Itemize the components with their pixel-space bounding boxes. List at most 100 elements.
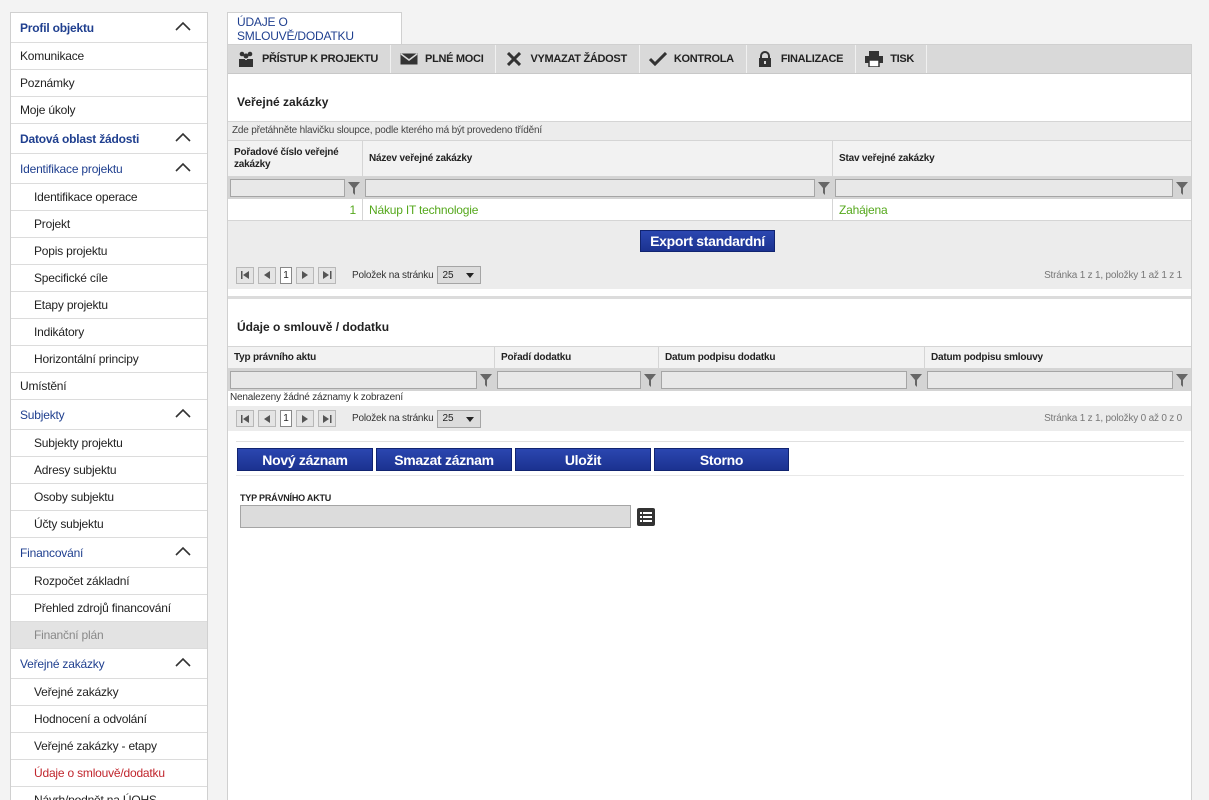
sidebar-item[interactable]: Projekt (11, 211, 207, 238)
next-page-button[interactable] (296, 266, 314, 284)
sidebar-item[interactable]: Popis projektu (11, 238, 207, 265)
per-page-select[interactable]: 25 (437, 409, 482, 428)
column-header[interactable]: Pořadové číslo veřejné zakázky (228, 141, 363, 176)
next-page-button[interactable] (296, 410, 314, 427)
filter-input[interactable] (230, 371, 477, 389)
sidebar-item-label: Horizontální principy (34, 352, 139, 366)
filter-input[interactable] (661, 371, 907, 389)
sidebar-item[interactable]: Datová oblast žádosti (11, 124, 207, 154)
sidebar-item[interactable]: Etapy projektu (11, 292, 207, 319)
sidebar-item[interactable]: Horizontální principy (11, 346, 207, 373)
sidebar-item[interactable]: Přehled zdrojů financování (11, 595, 207, 622)
sidebar-item[interactable]: Adresy subjektu (11, 457, 207, 484)
sidebar-item[interactable]: Indikátory (11, 319, 207, 346)
list-picker-icon[interactable] (637, 508, 655, 526)
sidebar-item[interactable]: Rozpočet základní (11, 568, 207, 595)
sidebar-item[interactable]: Veřejné zakázky (11, 649, 207, 679)
page-number[interactable]: 1 (280, 410, 292, 427)
last-page-button[interactable] (318, 410, 336, 427)
sidebar-item-label: Subjekty projektu (34, 436, 123, 450)
filter-icon[interactable] (347, 180, 361, 196)
sidebar-item[interactable]: Moje úkoly (11, 97, 207, 124)
sidebar-item[interactable]: Profil objektu (11, 13, 207, 43)
grid1: Zde přetáhněte hlavičku sloupce, podle k… (228, 121, 1191, 289)
column-header[interactable]: Název veřejné zakázky (363, 141, 833, 176)
prev-page-button[interactable] (258, 410, 276, 427)
column-header[interactable]: Datum podpisu dodatku (659, 347, 925, 368)
column-header[interactable]: Stav veřejné zakázky (833, 141, 1191, 176)
filter-input[interactable] (365, 179, 815, 197)
toolbar-button[interactable]: PŘÍSTUP K PROJEKTU (228, 45, 392, 73)
sidebar-item[interactable]: Návrh/podnět na ÚOHS (11, 787, 207, 800)
sidebar-item[interactable]: Subjekty projektu (11, 430, 207, 457)
toolbar-button[interactable]: FINALIZACE (747, 45, 857, 73)
type-field-input[interactable] (240, 505, 631, 528)
toolbar-button[interactable]: TISK (856, 45, 928, 73)
filter-icon[interactable] (1175, 180, 1189, 196)
export-button[interactable]: Export standardní (640, 230, 775, 252)
sidebar-item[interactable]: Finanční plán (11, 622, 207, 649)
chevron-up-icon[interactable] (175, 657, 191, 667)
sidebar-item[interactable]: Identifikace operace (11, 184, 207, 211)
sidebar-item[interactable]: Účty subjektu (11, 511, 207, 538)
first-page-button[interactable] (236, 410, 254, 427)
toolbar-button-label: VYMAZAT ŽÁDOST (530, 53, 627, 65)
sidebar-item-label: Projekt (34, 217, 70, 231)
delete-record-button[interactable]: Smazat záznam (376, 448, 512, 471)
toolbar-button-label: PŘÍSTUP K PROJEKTU (262, 53, 379, 65)
sidebar-item[interactable]: Hodnocení a odvolání (11, 706, 207, 733)
sidebar-item-label: Profil objektu (20, 20, 94, 35)
toolbar-button[interactable]: KONTROLA (640, 45, 747, 73)
column-header[interactable]: Pořadí dodatku (495, 347, 659, 368)
cancel-button[interactable]: Storno (654, 448, 789, 471)
filter-icon[interactable] (909, 372, 923, 388)
filter-icon[interactable] (643, 372, 657, 388)
prev-page-button[interactable] (258, 266, 276, 284)
first-page-button[interactable] (236, 266, 254, 284)
sidebar-item-label: Rozpočet základní (34, 574, 130, 588)
chevron-up-icon[interactable] (175, 546, 191, 556)
filter-input[interactable] (230, 179, 345, 197)
sidebar-item[interactable]: Poznámky (11, 70, 207, 97)
grid1-header: Pořadové číslo veřejné zakázky Název veř… (228, 140, 1191, 177)
filter-input[interactable] (497, 371, 641, 389)
page-number[interactable]: 1 (280, 266, 292, 284)
sidebar-item-label: Poznámky (20, 76, 75, 90)
filter-input[interactable] (927, 371, 1173, 389)
sidebar-item-label: Komunikace (20, 49, 85, 63)
toolbar-button[interactable]: PLNÉ MOCI (391, 45, 497, 73)
chevron-up-icon[interactable] (175, 162, 191, 172)
filter-icon[interactable] (817, 180, 831, 196)
column-header[interactable]: Typ právního aktu (228, 347, 495, 368)
chevron-up-icon[interactable] (175, 132, 191, 142)
chevron-up-icon[interactable] (175, 408, 191, 418)
sidebar-item[interactable]: Financování (11, 538, 207, 568)
last-page-button[interactable] (318, 266, 336, 284)
sidebar-item[interactable]: Umístění (11, 373, 207, 400)
sidebar-item-label: Identifikace projektu (20, 161, 123, 176)
table-row[interactable]: 1 Nákup IT technologie Zahájena (228, 199, 1191, 221)
grid1-pager: 1 Položek na stránku 25 Stránka 1 z 1, p… (228, 261, 1191, 289)
new-record-button[interactable]: Nový záznam (237, 448, 373, 471)
sidebar-item[interactable]: Komunikace (11, 43, 207, 70)
sidebar-item-label: Specifické cíle (34, 271, 108, 285)
sidebar-item[interactable]: Osoby subjektu (11, 484, 207, 511)
per-page-value: 25 (442, 413, 454, 424)
column-header[interactable]: Datum podpisu smlouvy (925, 347, 1191, 368)
sidebar-item[interactable]: Veřejné zakázky - etapy (11, 733, 207, 760)
per-page-select[interactable]: 25 (437, 266, 482, 284)
toolbar-button[interactable]: VYMAZAT ŽÁDOST (496, 45, 640, 73)
tab-udaje-o-smlouve[interactable]: ÚDAJE O SMLOUVĚ/DODATKU (227, 12, 402, 45)
export-bar: Export standardní (228, 221, 1191, 261)
sidebar-item[interactable]: Subjekty (11, 400, 207, 430)
chevron-up-icon[interactable] (175, 21, 191, 31)
filter-icon[interactable] (1175, 372, 1189, 388)
save-button[interactable]: Uložit (515, 448, 651, 471)
sidebar-item[interactable]: Specifické cíle (11, 265, 207, 292)
sidebar-item-label: Hodnocení a odvolání (34, 712, 147, 726)
filter-input[interactable] (835, 179, 1173, 197)
filter-icon[interactable] (479, 372, 493, 388)
sidebar-item[interactable]: Údaje o smlouvě/dodatku (11, 760, 207, 787)
sidebar-item[interactable]: Identifikace projektu (11, 154, 207, 184)
sidebar-item[interactable]: Veřejné zakázky (11, 679, 207, 706)
